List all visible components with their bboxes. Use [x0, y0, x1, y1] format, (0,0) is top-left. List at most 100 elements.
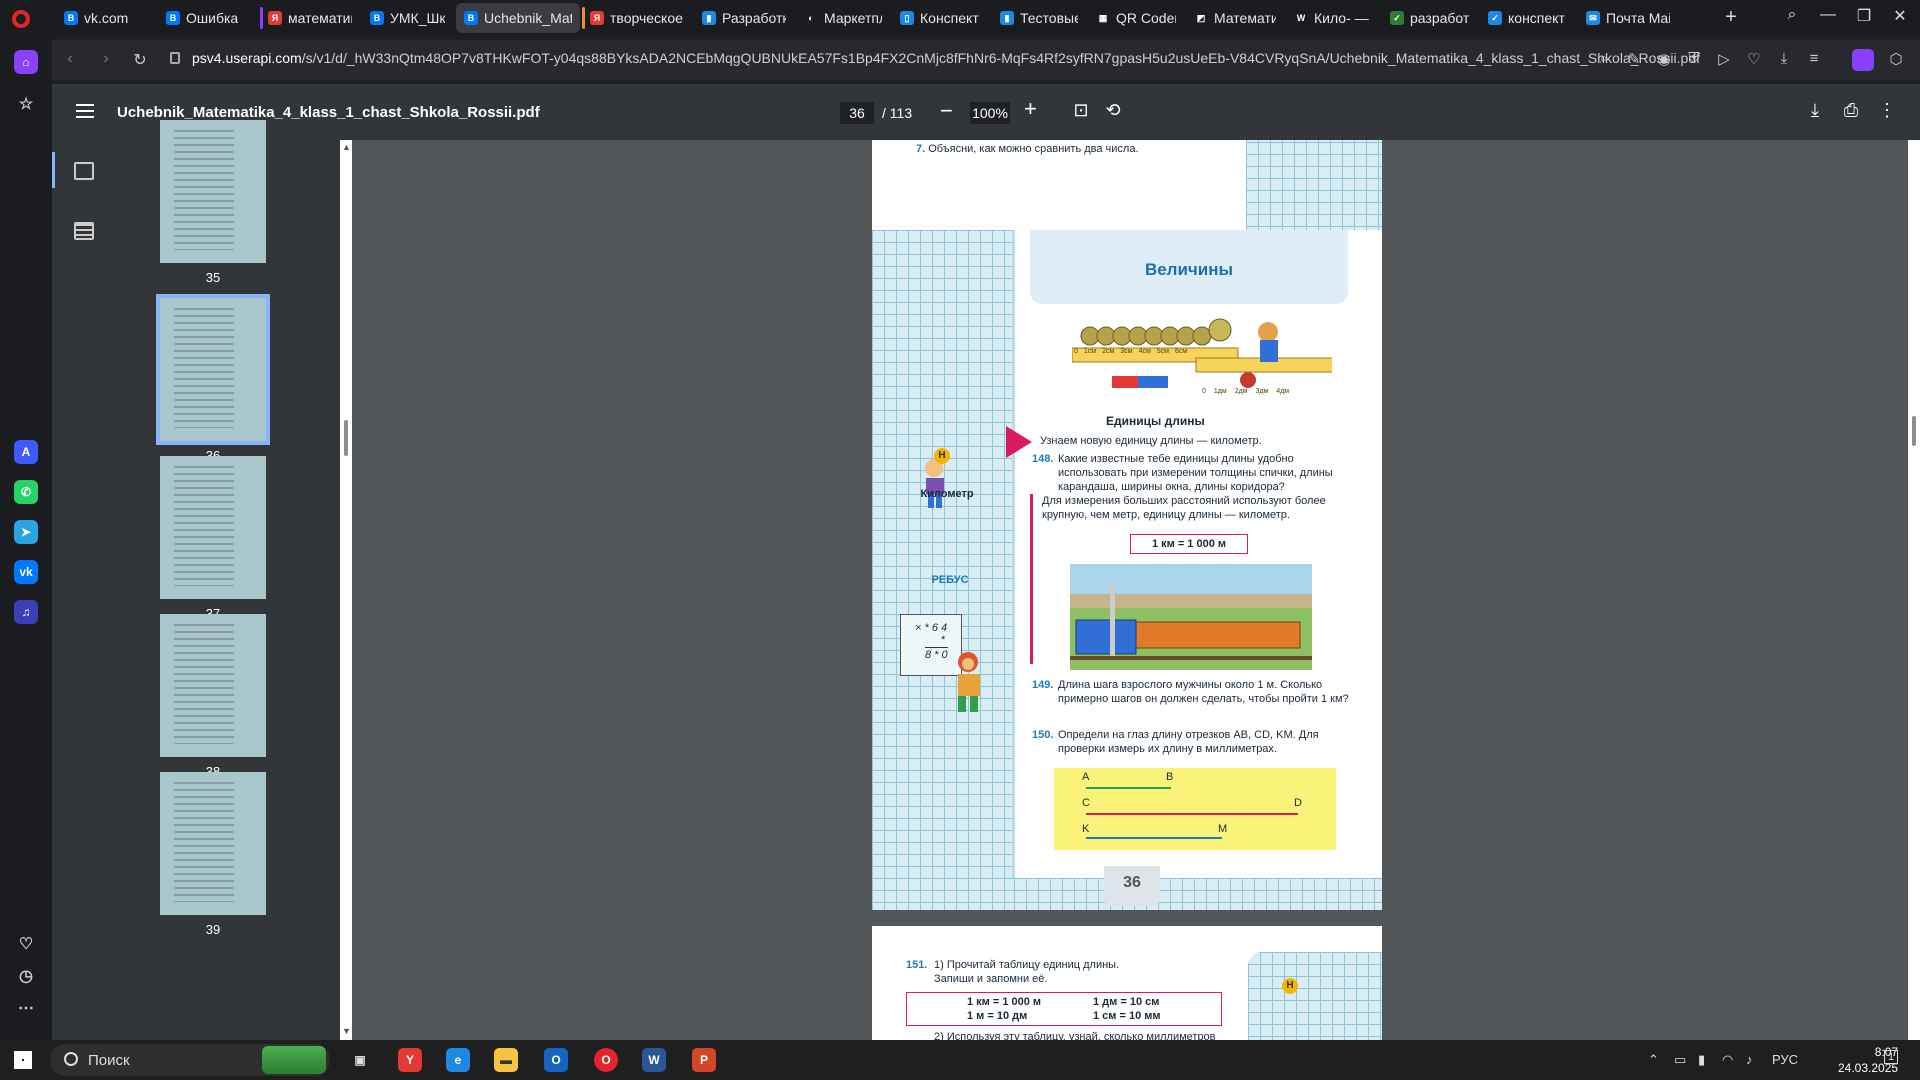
- history-icon[interactable]: ◷: [14, 964, 38, 988]
- zoom-out-button[interactable]: −: [940, 98, 953, 124]
- tab-item[interactable]: ▦ QR Coder -: [1088, 3, 1184, 33]
- thumbnail-scroll-thumb[interactable]: [344, 420, 348, 456]
- tab-item[interactable]: ▮ Тестовые за: [992, 3, 1086, 33]
- heart-icon[interactable]: ♡: [14, 932, 38, 956]
- outline-icon[interactable]: [74, 222, 94, 240]
- edit-icon[interactable]: ✎: [1624, 50, 1644, 68]
- heart-bookmark-icon[interactable]: ♡: [1744, 50, 1764, 68]
- tab-item[interactable]: W Кило- — Ви: [1286, 3, 1380, 33]
- widgets-icon[interactable]: [262, 1046, 326, 1074]
- page-thumbnail[interactable]: [156, 294, 270, 445]
- tab-item[interactable]: ✓ разработка: [1382, 3, 1478, 33]
- document-scroll-thumb[interactable]: [1912, 416, 1916, 446]
- lock-icon[interactable]: [170, 52, 180, 64]
- scroll-down-icon[interactable]: ▼: [342, 1026, 351, 1036]
- vk-icon[interactable]: vk: [14, 560, 38, 584]
- more-actions-icon[interactable]: ⋮: [1876, 100, 1898, 121]
- pdf-title: Uchebnik_Matematika_4_klass_1_chast_Shko…: [117, 104, 540, 121]
- outlook-icon[interactable]: O: [544, 1048, 568, 1072]
- rotate-icon[interactable]: ⟲: [1102, 100, 1124, 121]
- tab-item[interactable]: ✓ конспект ур: [1480, 3, 1576, 33]
- page-thumbnail[interactable]: [160, 614, 266, 757]
- tab-item[interactable]: ▯ Конспект ур: [892, 3, 990, 33]
- tab-item[interactable]: ✉ Почта Mail: [1578, 3, 1678, 33]
- tab-favicon-icon: Я: [268, 11, 282, 25]
- reload-icon[interactable]: ↻: [130, 50, 150, 70]
- music-icon[interactable]: ♫: [14, 600, 38, 624]
- forward-icon[interactable]: ›: [96, 50, 116, 68]
- telegram-icon[interactable]: ➤: [14, 520, 38, 544]
- aria-icon[interactable]: A: [14, 440, 38, 464]
- q151-part1: 1) Прочитай таблицу единиц длины.: [934, 959, 1120, 971]
- page-36: Величины 0 1см 2см 3см 4см 5см 6см 0 1дм 2дм 3дм 4…: [872, 230, 1382, 910]
- document-scrollbar[interactable]: [1908, 140, 1920, 1040]
- star-icon[interactable]: ☆: [14, 92, 38, 116]
- easy-setup-icon[interactable]: ≡: [1804, 50, 1824, 67]
- battery-icon[interactable]: ▮: [1698, 1052, 1705, 1068]
- tab-item[interactable]: В Uchebnik_Matemati: [456, 3, 580, 33]
- fit-page-icon[interactable]: ⊡: [1070, 100, 1092, 121]
- shield-icon[interactable]: ⛨: [1684, 50, 1704, 67]
- url-field[interactable]: psv4.userapi.com/s/v1/d/_hW33nQtm48OP7v8…: [192, 50, 1700, 66]
- powerpoint-icon[interactable]: P: [692, 1048, 716, 1072]
- windows-start-icon[interactable]: [14, 1051, 32, 1069]
- tab-item[interactable]: ▮ Разработка: [694, 3, 794, 33]
- tab-item[interactable]: Яматематика: [260, 3, 360, 33]
- profile-avatar[interactable]: [1852, 49, 1874, 71]
- q151-number: 151.: [906, 959, 928, 971]
- tab-item[interactable]: В Ошибка: [158, 3, 258, 33]
- download-icon[interactable]: ⤓: [1774, 50, 1794, 67]
- tray-app-icon[interactable]: ▭: [1674, 1052, 1686, 1068]
- new-tab-button[interactable]: +: [1720, 7, 1742, 29]
- page-thumbnail[interactable]: [160, 120, 266, 263]
- scroll-up-icon[interactable]: ▲: [342, 142, 351, 152]
- menu-icon[interactable]: [76, 104, 94, 118]
- page-number-input[interactable]: 36: [840, 102, 874, 124]
- close-button[interactable]: ✕: [1888, 6, 1912, 26]
- search-tabs-icon[interactable]: ⌕: [1780, 6, 1804, 24]
- tab-favicon-icon: Я: [590, 11, 604, 25]
- home-icon[interactable]: ⌂: [14, 50, 38, 74]
- tray-chevron-icon[interactable]: ⌃: [1648, 1052, 1659, 1068]
- camera-icon[interactable]: ◉: [1654, 50, 1674, 68]
- ruler-tick-label: 4дм: [1276, 388, 1290, 395]
- language-indicator[interactable]: РУС: [1772, 1052, 1798, 1067]
- tab-item[interactable]: В УМК_Шк: [362, 3, 454, 33]
- word-icon[interactable]: W: [642, 1048, 666, 1072]
- print-icon[interactable]: ⎙: [1840, 100, 1862, 121]
- minimize-button[interactable]: —: [1816, 6, 1840, 24]
- ruler-tick-label: 4см: [1138, 348, 1151, 355]
- yandex-icon[interactable]: Y: [398, 1048, 422, 1072]
- thumbnails-icon[interactable]: [74, 162, 94, 180]
- wifi-icon[interactable]: ◠: [1722, 1052, 1733, 1068]
- more-icon[interactable]: ⋯: [14, 996, 38, 1020]
- pdf-download-icon[interactable]: ⤓: [1804, 100, 1826, 121]
- tab-item[interactable]: Вvk.com: [56, 3, 156, 33]
- explorer-icon[interactable]: ▬: [494, 1048, 518, 1072]
- lens-icon[interactable]: ⌕: [1594, 50, 1614, 67]
- edge-icon[interactable]: e: [446, 1048, 470, 1072]
- zoom-in-button[interactable]: +: [1024, 96, 1037, 122]
- back-icon[interactable]: ‹: [60, 50, 80, 68]
- task-view-icon[interactable]: ▣: [348, 1048, 372, 1072]
- opera-logo-icon[interactable]: [12, 10, 30, 28]
- tab-title: творческое: [610, 10, 683, 26]
- page-thumbnail[interactable]: [160, 772, 266, 915]
- notification-badge[interactable]: 1: [1884, 1050, 1899, 1064]
- volume-icon[interactable]: ♪: [1746, 1052, 1753, 1067]
- opera-sidebar: ⌂ ☆ A ✆ ➤ vk ♫ ♡ ◷ ⋯: [0, 36, 52, 1040]
- tab-item[interactable]: ◐ Маркетплей: [796, 3, 890, 33]
- opera-taskbar-icon[interactable]: O: [594, 1048, 618, 1072]
- send-icon[interactable]: ▷: [1714, 50, 1734, 68]
- tab-item[interactable]: Ятворческое: [582, 3, 692, 33]
- tab-title: Разработка: [722, 10, 786, 26]
- thumbnail-scrollbar[interactable]: ▲ ▼: [340, 140, 352, 1040]
- restore-button[interactable]: ❐: [1852, 6, 1876, 26]
- zoom-input[interactable]: 100%: [970, 102, 1010, 124]
- whatsapp-icon[interactable]: ✆: [14, 480, 38, 504]
- address-bar-row: ‹ › ↻ psv4.userapi.com/s/v1/d/_hW33nQtm4…: [52, 40, 1920, 80]
- extensions-icon[interactable]: ⬡: [1886, 50, 1906, 68]
- tab-item[interactable]: ◩ Математика: [1186, 3, 1284, 33]
- search-icon: [64, 1052, 78, 1066]
- page-thumbnail[interactable]: [160, 456, 266, 599]
